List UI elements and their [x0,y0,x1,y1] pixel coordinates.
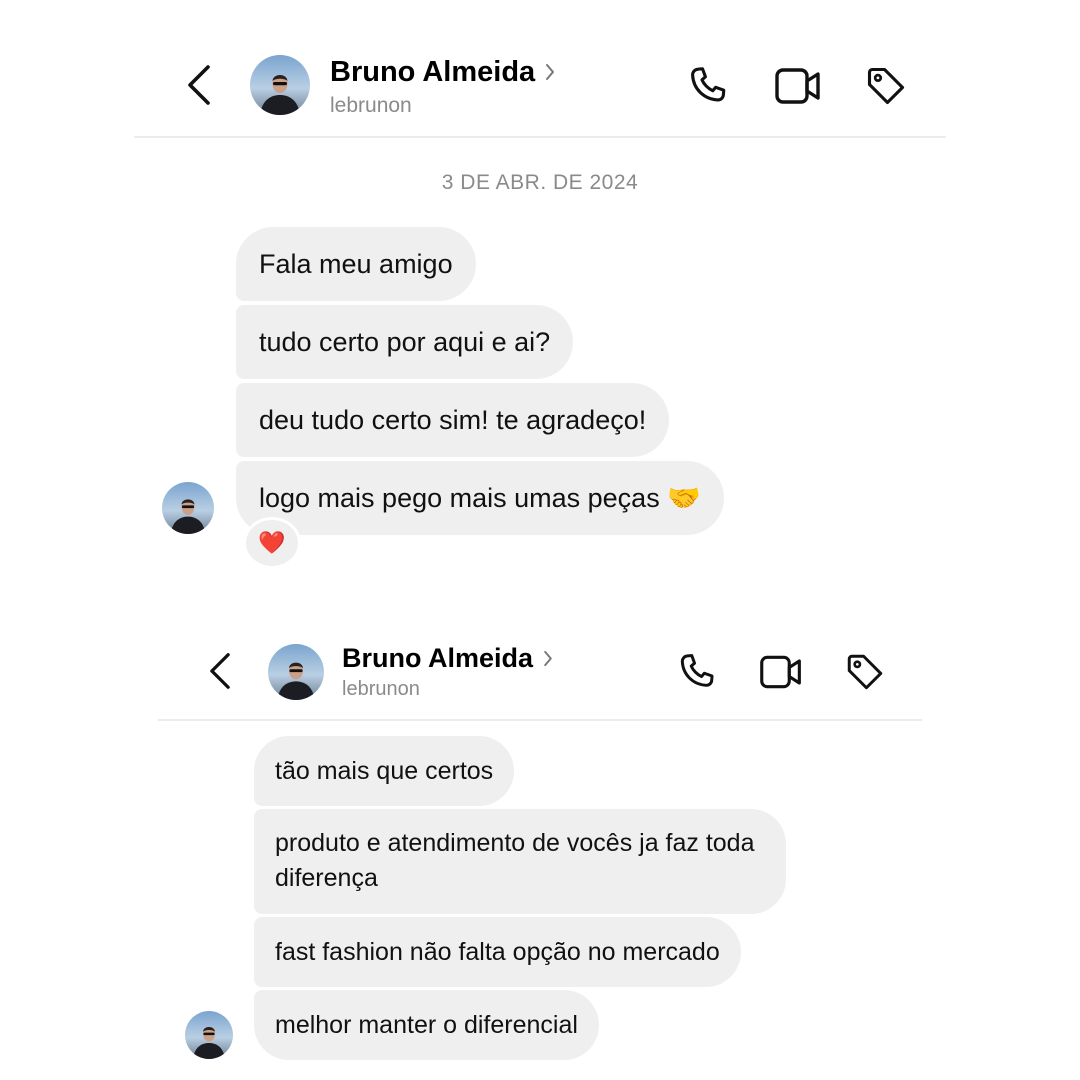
heart-reaction: ❤️ [258,530,286,555]
chat-header: Bruno Almeida lebrunon [0,640,1080,722]
avatar[interactable] [250,55,310,115]
message-bubble[interactable]: melhor manter o diferencial [254,990,599,1060]
chevron-right-icon [545,63,555,81]
header-divider [158,719,922,721]
tag-icon [847,654,883,690]
message-bubble[interactable]: produto e atendimento de vocês ja faz to… [254,809,786,914]
tag-icon [867,67,905,105]
contact-name-link[interactable]: Bruno Almeida [330,55,555,89]
message-bubble[interactable]: Fala meu amigo [236,227,476,301]
message-bubble[interactable]: logo mais pego mais umas peças 🤝 [236,461,724,535]
conversation-panel-1: Bruno Almeida lebrunon 3 DE ABR. DE 2024… [0,0,1080,600]
call-button[interactable] [684,62,732,110]
chat-header: Bruno Almeida lebrunon [0,0,1080,138]
avatar[interactable] [268,644,324,700]
tag-button[interactable] [842,650,888,694]
video-camera-icon [760,655,801,689]
reaction-badge[interactable]: ❤️ [243,517,301,569]
sender-avatar[interactable] [162,482,214,534]
avatar-image [250,55,310,115]
contact-title: Bruno Almeida lebrunon [330,55,555,118]
message-bubble[interactable]: deu tudo certo sim! te agradeço! [236,383,670,457]
message-bubble[interactable]: tudo certo por aqui e ai? [236,305,574,379]
back-button[interactable] [200,648,240,694]
tag-button[interactable] [862,62,910,110]
message-bubble[interactable]: tão mais que certos [254,736,515,806]
avatar-image [162,482,214,534]
call-button[interactable] [674,650,720,694]
video-camera-icon [775,68,820,104]
video-call-button[interactable] [773,62,823,110]
video-call-button[interactable] [758,650,804,694]
avatar-image [185,1011,233,1059]
contact-name-link[interactable]: Bruno Almeida [342,642,553,674]
phone-icon [691,67,726,102]
contact-name: Bruno Almeida [342,642,534,673]
contact-username: lebrunon [342,678,420,700]
avatar-image [268,644,324,700]
contact-title: Bruno Almeida lebrunon [342,642,553,701]
back-button[interactable] [176,60,222,110]
date-separator: 3 DE ABR. DE 2024 [441,171,639,194]
chevron-right-icon [543,650,553,667]
chevron-left-icon [188,65,210,105]
chevron-left-icon [210,653,230,689]
phone-icon [680,654,714,687]
contact-username: lebrunon [330,94,412,117]
header-divider [134,136,946,138]
contact-name: Bruno Almeida [330,55,536,88]
conversation-panel-2: Bruno Almeida lebrunon tão mais que cert… [0,600,1080,1080]
message-bubble[interactable]: fast fashion não falta opção no mercado [254,917,741,987]
sender-avatar[interactable] [185,1011,233,1059]
